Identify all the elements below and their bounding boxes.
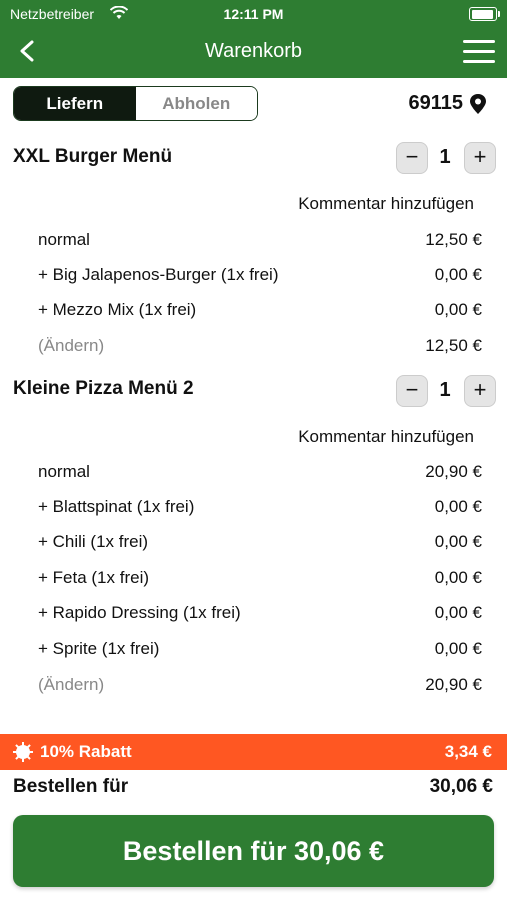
line-price: 20,90 € bbox=[425, 462, 482, 481]
tab-abholen[interactable]: Abholen bbox=[135, 87, 257, 120]
status-bar: Netzbetreiber 12:11 PM bbox=[0, 4, 507, 24]
line-label: normal bbox=[38, 462, 90, 481]
line-price: 0,00 € bbox=[434, 300, 482, 319]
discount-label: 10% Rabatt bbox=[40, 742, 132, 761]
line-label: + Rapido Dressing (1x frei) bbox=[38, 603, 241, 622]
plus-icon[interactable]: + bbox=[464, 375, 496, 407]
line-price: 12,50 € bbox=[425, 230, 482, 249]
line-price: 0,00 € bbox=[434, 532, 482, 551]
app-header: Netzbetreiber 12:11 PM Warenkorb bbox=[0, 0, 507, 78]
line-label: + Feta (1x frei) bbox=[38, 568, 150, 587]
tab-liefern[interactable]: Liefern bbox=[14, 87, 136, 120]
line-label: + Blattspinat (1x frei) bbox=[38, 497, 195, 516]
discount-amount: 3,34 € bbox=[444, 742, 492, 761]
plus-icon[interactable]: + bbox=[464, 142, 496, 174]
line-price: 0,00 € bbox=[434, 603, 482, 622]
quantity-value: 1 bbox=[439, 146, 451, 168]
discount-bar: 10% Rabatt 3,34 € bbox=[0, 734, 507, 770]
location-pin-icon bbox=[470, 93, 486, 114]
total-amount: 30,06 € bbox=[429, 776, 493, 797]
minus-icon[interactable]: − bbox=[396, 142, 428, 174]
change-link[interactable]: (Ändern) bbox=[38, 675, 104, 695]
item-subtotal: 20,90 € bbox=[425, 675, 482, 694]
battery-icon bbox=[469, 7, 500, 21]
change-link[interactable]: (Ändern) bbox=[38, 336, 104, 356]
add-comment-link[interactable]: Kommentar hinzufügen bbox=[298, 427, 474, 447]
page-title: Warenkorb bbox=[204, 40, 303, 62]
zip-code[interactable]: 69115 bbox=[408, 92, 487, 115]
line-label: + Big Jalapenos-Burger (1x frei) bbox=[38, 265, 279, 284]
cart-item-name: XXL Burger Menü bbox=[13, 146, 173, 167]
line-label: + Sprite (1x frei) bbox=[38, 639, 160, 658]
line-price: 0,00 € bbox=[434, 568, 482, 587]
item-subtotal: 12,50 € bbox=[425, 336, 482, 355]
line-price: 0,00 € bbox=[434, 497, 482, 516]
minus-icon[interactable]: − bbox=[396, 375, 428, 407]
line-label: + Mezzo Mix (1x frei) bbox=[38, 300, 197, 319]
discount-badge-icon bbox=[13, 742, 33, 762]
quantity-value: 1 bbox=[439, 379, 451, 401]
delivery-mode-toggle: Liefern Abholen bbox=[13, 86, 258, 121]
total-label: Bestellen für bbox=[13, 776, 129, 797]
line-price: 0,00 € bbox=[434, 265, 482, 284]
line-label: normal bbox=[38, 230, 90, 249]
zip-code-value: 69115 bbox=[408, 92, 463, 114]
line-price: 0,00 € bbox=[434, 639, 482, 658]
status-time: 12:11 PM bbox=[223, 6, 284, 22]
line-label: + Chili (1x frei) bbox=[38, 532, 149, 551]
hamburger-menu-icon[interactable] bbox=[463, 40, 495, 63]
cart-item-name: Kleine Pizza Menü 2 bbox=[13, 378, 194, 399]
order-button[interactable]: Bestellen für 30,06 € bbox=[13, 815, 494, 887]
add-comment-link[interactable]: Kommentar hinzufügen bbox=[298, 194, 474, 214]
